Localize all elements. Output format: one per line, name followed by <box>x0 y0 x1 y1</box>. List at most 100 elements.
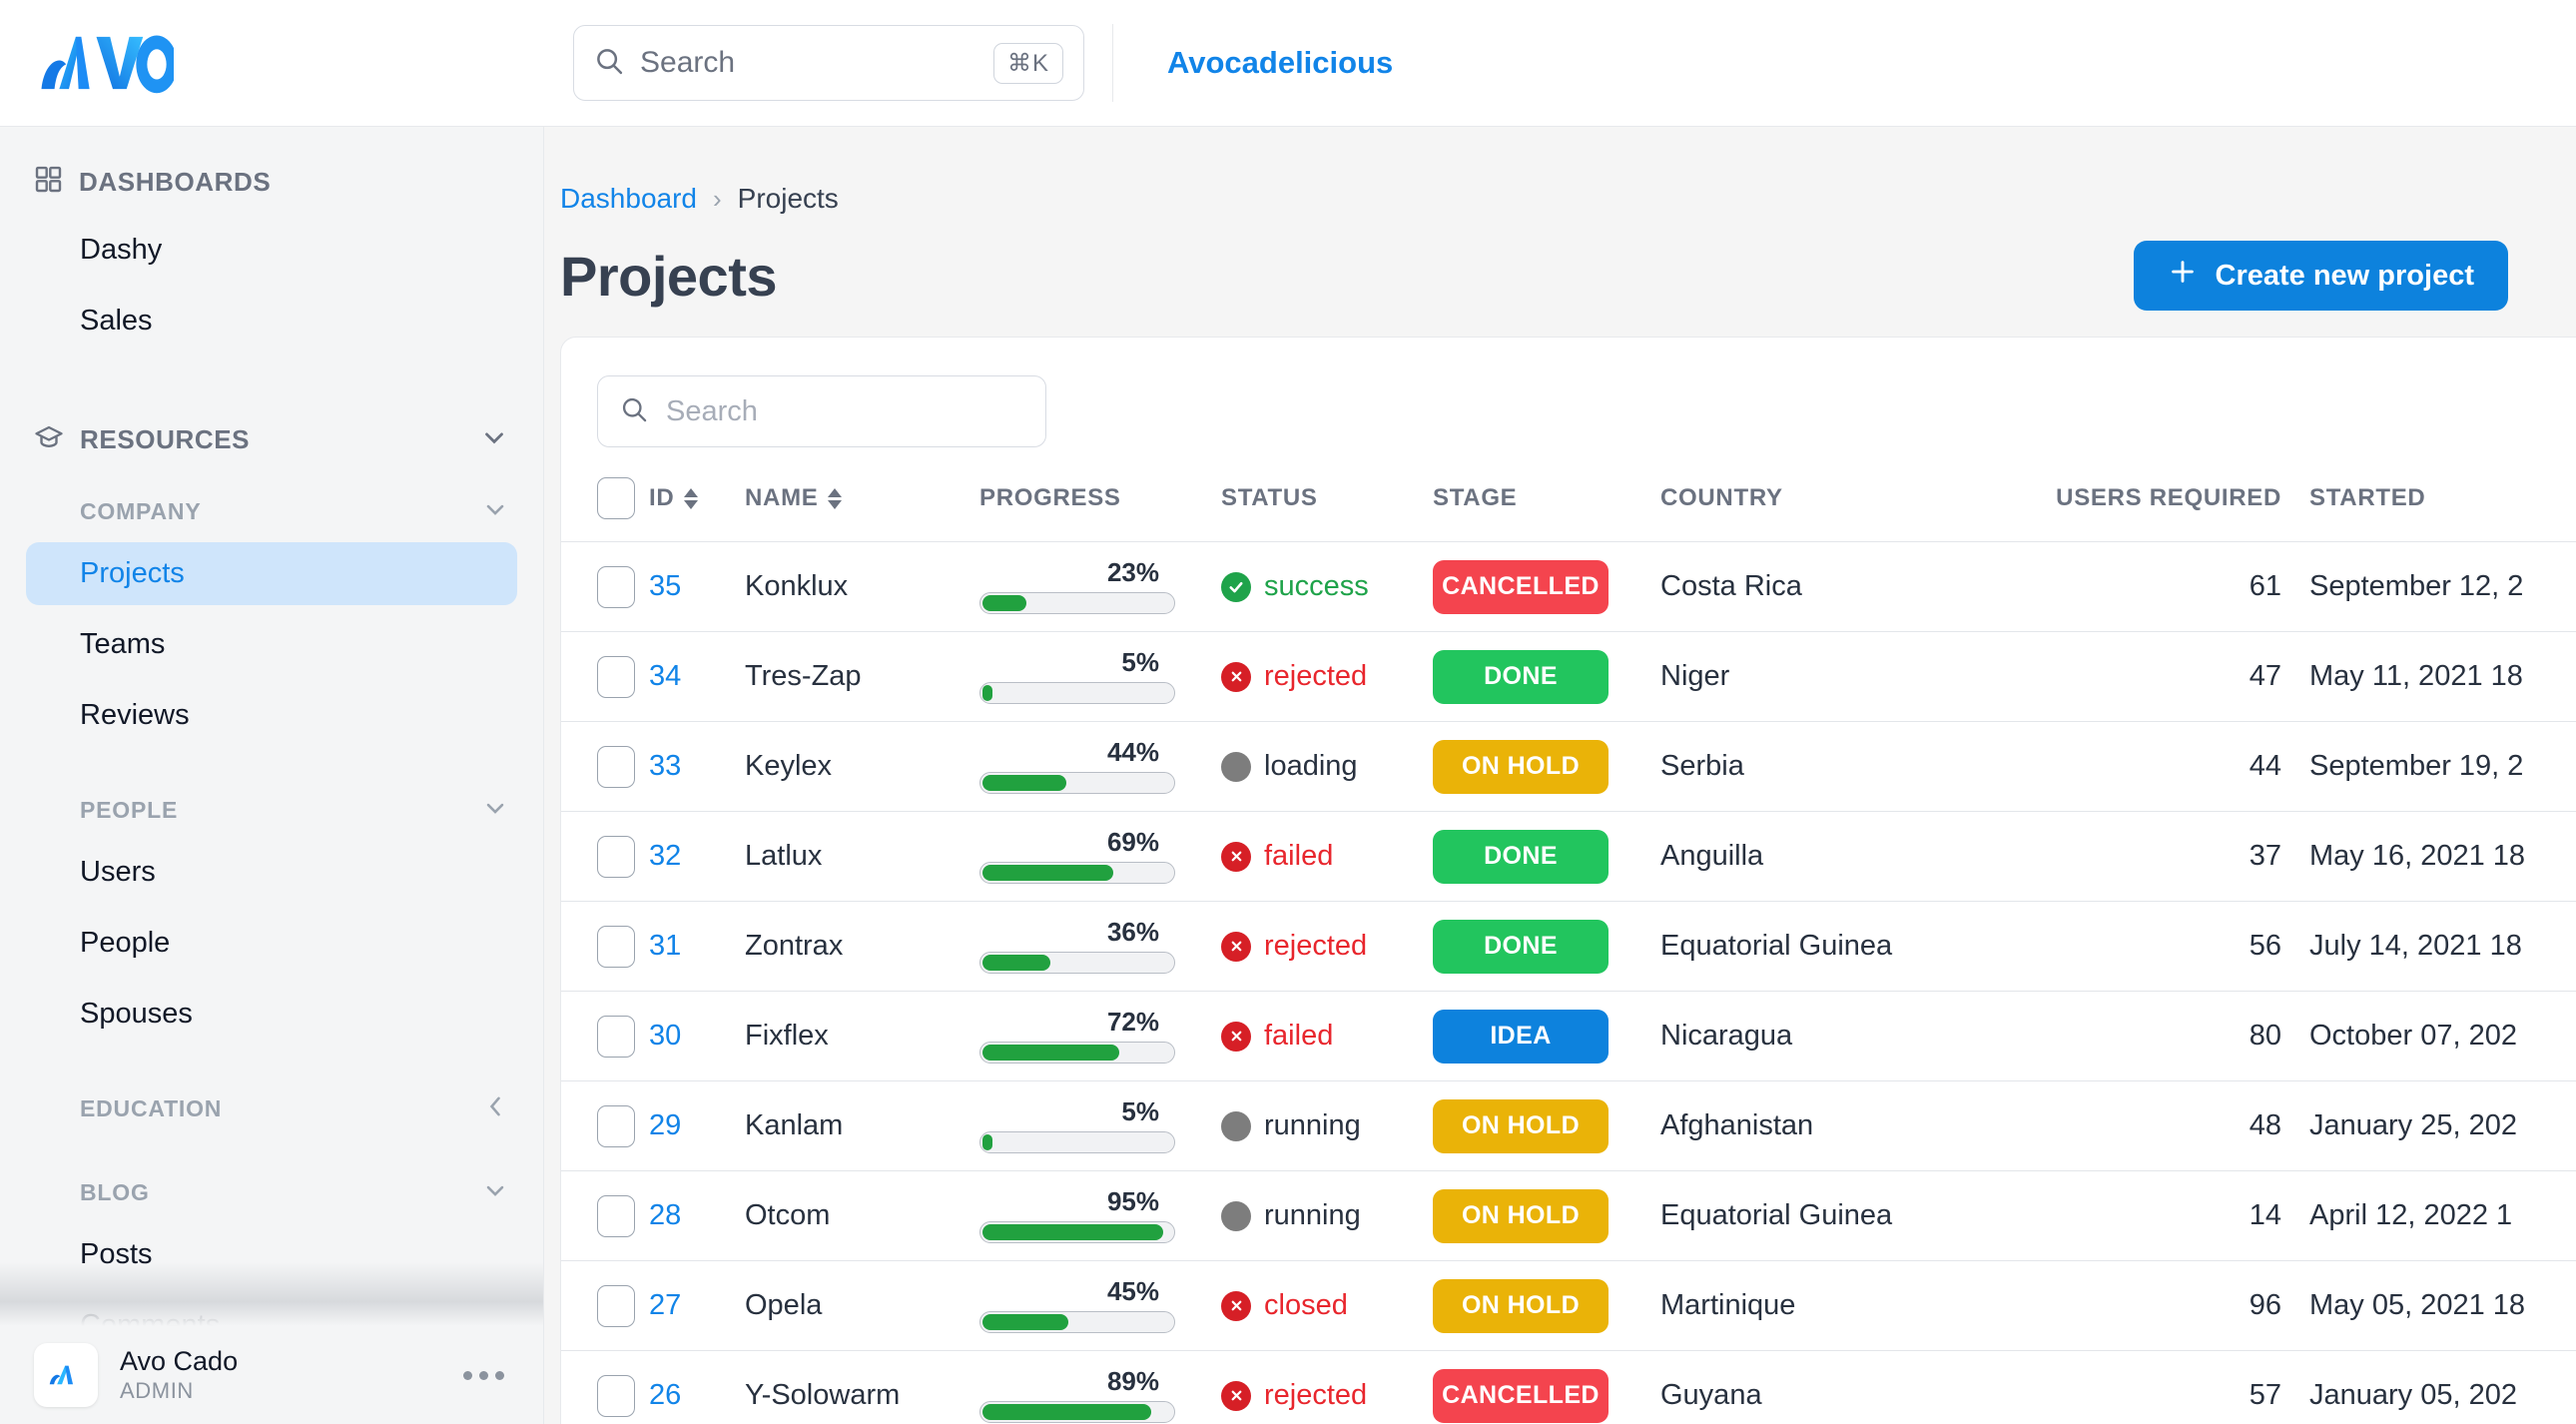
cell-name: Latlux <box>745 812 979 902</box>
sidebar-item-label: Reviews <box>80 699 190 732</box>
breadcrumb-dashboard[interactable]: Dashboard <box>560 183 697 215</box>
cell-name: Keylex <box>745 722 979 812</box>
sidebar-group-blog[interactable]: BLOG <box>0 1169 543 1215</box>
row-checkbox[interactable] <box>597 1105 635 1147</box>
table-search[interactable]: Search <box>597 375 1046 447</box>
project-id-link[interactable]: 30 <box>649 1020 681 1052</box>
chevron-down-icon[interactable] <box>481 794 509 827</box>
cell-status: closed <box>1221 1261 1433 1351</box>
sidebar-section-dashboards[interactable]: DASHBOARDS <box>0 153 543 211</box>
row-checkbox[interactable] <box>597 656 635 698</box>
sidebar-item-reviews[interactable]: Reviews <box>26 684 517 747</box>
chevron-down-icon[interactable] <box>479 422 509 457</box>
sidebar-item-sales[interactable]: Sales <box>26 290 517 353</box>
table-header: ID NAME PROGRESS STATUS STAGE COUNTRY <box>561 477 2576 542</box>
sidebar-item-projects[interactable]: Projects <box>26 542 517 605</box>
header-divider <box>1112 24 1113 102</box>
cell-users-required: 57 <box>2028 1351 2309 1424</box>
ellipsis-icon[interactable] <box>463 1371 510 1380</box>
table-row[interactable]: 28Otcom95%runningON HOLDEquatorial Guine… <box>561 1171 2576 1261</box>
chevron-left-icon[interactable] <box>481 1092 509 1125</box>
status-label: running <box>1264 1109 1361 1142</box>
stage-badge: DONE <box>1433 650 1609 704</box>
table-row[interactable]: 27Opela45%closedON HOLDMartinique96May 0… <box>561 1261 2576 1351</box>
table-row[interactable]: 32Latlux69%failedDONEAnguilla37May 16, 2… <box>561 812 2576 902</box>
row-checkbox[interactable] <box>597 1195 635 1237</box>
project-id-link[interactable]: 31 <box>649 930 681 962</box>
row-select-cell <box>561 542 649 632</box>
row-checkbox[interactable] <box>597 566 635 608</box>
project-id-link[interactable]: 26 <box>649 1379 681 1411</box>
x-circle-icon <box>1221 662 1251 692</box>
progress-bar: 89% <box>979 1368 1175 1423</box>
col-id[interactable]: ID <box>649 477 745 542</box>
sidebar-item-dashy[interactable]: Dashy <box>26 219 517 282</box>
row-checkbox[interactable] <box>597 1016 635 1058</box>
sidebar-item-spouses[interactable]: Spouses <box>26 983 517 1046</box>
sort-icon[interactable] <box>828 488 842 509</box>
sort-icon[interactable] <box>684 488 698 509</box>
row-checkbox[interactable] <box>597 746 635 788</box>
progress-track <box>979 682 1175 704</box>
table-row[interactable]: 29Kanlam5%runningON HOLDAfghanistan48Jan… <box>561 1081 2576 1171</box>
sidebar-item-users[interactable]: Users <box>26 841 517 904</box>
status-badge: failed <box>1221 1020 1433 1053</box>
sidebar-item-label: People <box>80 927 170 960</box>
brand-name[interactable]: Avocadelicious <box>1167 45 1393 81</box>
table-search-input[interactable]: Search <box>666 395 758 428</box>
chevron-down-icon[interactable] <box>481 1176 509 1209</box>
check-circle-icon <box>1221 572 1251 602</box>
project-id-link[interactable]: 33 <box>649 750 681 782</box>
sidebar-group-company[interactable]: COMPANY <box>0 488 543 534</box>
sidebar-item-teams[interactable]: Teams <box>26 613 517 676</box>
cell-stage: IDEA <box>1433 992 1660 1081</box>
sidebar-group-education[interactable]: EDUCATION <box>0 1085 543 1131</box>
project-id-link[interactable]: 34 <box>649 660 681 692</box>
cell-started: May 16, 2021 18 <box>2309 812 2576 902</box>
sidebar-group-people[interactable]: PEOPLE <box>0 787 543 833</box>
row-checkbox[interactable] <box>597 836 635 878</box>
sidebar-user-bar[interactable]: Avo Cado ADMIN <box>0 1326 544 1424</box>
cell-status: success <box>1221 542 1433 632</box>
row-checkbox[interactable] <box>597 926 635 968</box>
progress-label: 5% <box>979 649 1175 676</box>
project-id-link[interactable]: 28 <box>649 1199 681 1231</box>
table-row[interactable]: 31Zontrax36%rejectedDONEEquatorial Guine… <box>561 902 2576 992</box>
table-row[interactable]: 34Tres-Zap5%rejectedDONENiger47May 11, 2… <box>561 632 2576 722</box>
table-row[interactable]: 26Y-Solowarm89%rejectedCANCELLEDGuyana57… <box>561 1351 2576 1424</box>
cell-progress: 45% <box>979 1261 1221 1351</box>
project-id-link[interactable]: 29 <box>649 1109 681 1141</box>
global-search[interactable]: Search ⌘K <box>573 25 1084 101</box>
cell-name: Otcom <box>745 1171 979 1261</box>
status-badge: failed <box>1221 840 1433 873</box>
grid-icon <box>34 165 63 199</box>
project-id-link[interactable]: 32 <box>649 840 681 872</box>
table-row[interactable]: 35Konklux23%successCANCELLEDCosta Rica61… <box>561 542 2576 632</box>
select-all-checkbox[interactable] <box>597 477 635 519</box>
project-id-link[interactable]: 35 <box>649 570 681 602</box>
logo-area[interactable] <box>0 30 544 96</box>
search-input[interactable]: Search <box>640 46 977 80</box>
row-checkbox[interactable] <box>597 1375 635 1417</box>
chevron-down-icon[interactable] <box>481 495 509 528</box>
table-row[interactable]: 33Keylex44%loadingON HOLDSerbia44Septemb… <box>561 722 2576 812</box>
sidebar-scroll[interactable]: DASHBOARDS Dashy Sales RESOURCES COMPANY <box>0 127 543 1326</box>
sidebar-item-posts[interactable]: Posts <box>26 1223 517 1286</box>
row-checkbox[interactable] <box>597 1285 635 1327</box>
row-select-cell <box>561 722 649 812</box>
cell-users-required: 80 <box>2028 992 2309 1081</box>
create-new-project-button[interactable]: Create new project <box>2134 241 2508 311</box>
sidebar-section-resources[interactable]: RESOURCES <box>0 410 543 468</box>
sidebar-item-people[interactable]: People <box>26 912 517 975</box>
x-circle-icon <box>1221 1291 1251 1321</box>
sidebar-item-comments[interactable]: Comments <box>26 1294 517 1326</box>
project-id-link[interactable]: 27 <box>649 1289 681 1321</box>
col-name[interactable]: NAME <box>745 477 979 542</box>
status-badge: rejected <box>1221 930 1433 963</box>
status-badge: running <box>1221 1199 1433 1232</box>
cell-stage: DONE <box>1433 812 1660 902</box>
cell-status: rejected <box>1221 1351 1433 1424</box>
cell-id: 29 <box>649 1081 745 1171</box>
cell-users-required: 47 <box>2028 632 2309 722</box>
table-row[interactable]: 30Fixflex72%failedIDEANicaragua80October… <box>561 992 2576 1081</box>
